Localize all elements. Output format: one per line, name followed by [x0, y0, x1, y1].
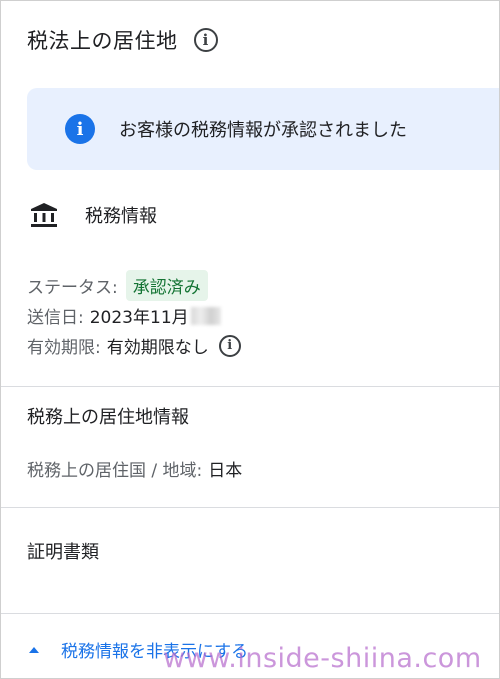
residence-country-label: 税務上の居住国 / 地域:	[27, 461, 203, 481]
divider	[1, 386, 499, 387]
residence-title: 税務上の居住地情報	[27, 407, 189, 428]
sent-date-row: 送信日: 2023年11月	[27, 303, 221, 328]
page-title: 税法上の居住地	[27, 29, 178, 53]
approval-banner: i お客様の税務情報が承認されました	[27, 88, 499, 170]
header: 税法上の居住地 i	[27, 25, 218, 55]
residence-country-value: 日本	[208, 461, 243, 481]
tax-info-header: 税務情報	[29, 201, 157, 229]
banner-message: お客様の税務情報が承認されました	[119, 120, 407, 141]
info-icon[interactable]: i	[193, 28, 218, 52]
sent-date-label: 送信日:	[27, 308, 84, 328]
divider	[1, 613, 499, 614]
expiry-row: 有効期限: 有効期限なし i	[27, 333, 241, 358]
expiry-label: 有効期限:	[27, 338, 101, 358]
tax-info-title: 税務情報	[85, 206, 157, 227]
expiry-value: 有効期限なし	[106, 338, 209, 358]
tax-residence-panel: 税法上の居住地 i i お客様の税務情報が承認されました 税務情報 ステータス:…	[0, 0, 500, 679]
chevron-up-icon	[29, 646, 39, 653]
bank-icon	[29, 201, 59, 229]
divider	[1, 507, 499, 508]
documents-title: 証明書類	[27, 542, 99, 563]
status-label: ステータス:	[27, 278, 118, 298]
redacted-day	[190, 306, 221, 325]
sent-date-value: 2023年11月	[89, 308, 189, 328]
status-row: ステータス: 承認済み	[27, 270, 208, 301]
residence-country-row: 税務上の居住国 / 地域: 日本	[27, 456, 242, 481]
expiry-info-icon[interactable]: i	[218, 334, 241, 357]
status-badge: 承認済み	[125, 270, 208, 301]
info-filled-icon: i	[65, 114, 95, 144]
watermark: www.inside-shiina.com	[163, 643, 482, 674]
